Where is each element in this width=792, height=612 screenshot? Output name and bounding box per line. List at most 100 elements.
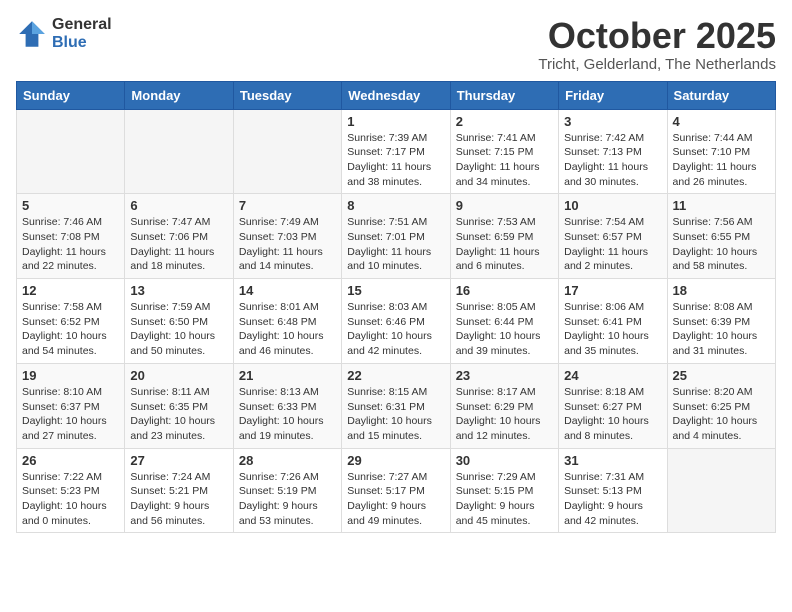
calendar-cell: 9 Sunrise: 7:53 AM Sunset: 6:59 PM Daylig… — [450, 194, 558, 279]
calendar-cell: 6Sunrise: 7:47 AM Sunset: 7:06 PM Daylig… — [125, 194, 233, 279]
calendar-cell: 27Sunrise: 7:24 AM Sunset: 5:21 PM Dayli… — [125, 448, 233, 533]
calendar-cell: 7 Sunrise: 7:49 AM Sunset: 7:03 PM Daylig… — [233, 194, 341, 279]
weekday-header-wednesday: Wednesday — [342, 81, 450, 109]
day-info: Sunrise: 7:27 AM Sunset: 5:17 PM Dayligh… — [347, 470, 444, 529]
calendar-cell — [667, 448, 775, 533]
calendar-week-1: 1Sunrise: 7:39 AM Sunset: 7:17 PM Daylig… — [17, 109, 776, 194]
day-info: Sunrise: 7:53 AM Sunset: 6:59 PM Dayligh… — [456, 215, 553, 274]
day-number: 18 — [673, 283, 770, 298]
day-number: 13 — [130, 283, 227, 298]
day-number: 23 — [456, 368, 553, 383]
calendar-cell: 23Sunrise: 8:17 AM Sunset: 6:29 PM Dayli… — [450, 363, 558, 448]
day-info: Sunrise: 8:11 AM Sunset: 6:35 PM Dayligh… — [130, 385, 227, 444]
calendar-cell: 3 Sunrise: 7:42 AM Sunset: 7:13 PM Daylig… — [559, 109, 667, 194]
calendar-cell: 26 Sunrise: 7:22 AM Sunset: 5:23 PM Dayli… — [17, 448, 125, 533]
weekday-header-monday: Monday — [125, 81, 233, 109]
day-info: Sunrise: 7:26 AM Sunset: 5:19 PM Dayligh… — [239, 470, 336, 529]
day-info: Sunrise: 8:20 AM Sunset: 6:25 PM Dayligh… — [673, 385, 770, 444]
day-info: Sunrise: 7:49 AM Sunset: 7:03 PM Dayligh… — [239, 215, 336, 274]
calendar-cell: 19Sunrise: 8:10 AM Sunset: 6:37 PM Dayli… — [17, 363, 125, 448]
day-info: Sunrise: 8:06 AM Sunset: 6:41 PM Dayligh… — [564, 300, 661, 359]
calendar-cell: 24 Sunrise: 8:18 AM Sunset: 6:27 PM Dayli… — [559, 363, 667, 448]
day-number: 25 — [673, 368, 770, 383]
day-number: 14 — [239, 283, 336, 298]
day-info: Sunrise: 8:15 AM Sunset: 6:31 PM Dayligh… — [347, 385, 444, 444]
day-number: 27 — [130, 453, 227, 468]
month-title: October 2025 — [538, 16, 776, 56]
calendar-cell: 2 Sunrise: 7:41 AM Sunset: 7:15 PM Daylig… — [450, 109, 558, 194]
calendar-week-5: 26 Sunrise: 7:22 AM Sunset: 5:23 PM Dayli… — [17, 448, 776, 533]
day-number: 16 — [456, 283, 553, 298]
day-info: Sunrise: 7:54 AM Sunset: 6:57 PM Dayligh… — [564, 215, 661, 274]
day-info: Sunrise: 7:51 AM Sunset: 7:01 PM Dayligh… — [347, 215, 444, 274]
day-number: 21 — [239, 368, 336, 383]
day-number: 2 — [456, 114, 553, 129]
location-subtitle: Tricht, Gelderland, The Netherlands — [538, 56, 776, 73]
weekday-header-thursday: Thursday — [450, 81, 558, 109]
calendar-cell: 16 Sunrise: 8:05 AM Sunset: 6:44 PM Dayli… — [450, 279, 558, 364]
day-number: 28 — [239, 453, 336, 468]
day-info: Sunrise: 7:44 AM Sunset: 7:10 PM Dayligh… — [673, 131, 770, 190]
day-number: 11 — [673, 198, 770, 213]
calendar-cell: 1Sunrise: 7:39 AM Sunset: 7:17 PM Daylig… — [342, 109, 450, 194]
calendar-cell: 13 Sunrise: 7:59 AM Sunset: 6:50 PM Dayli… — [125, 279, 233, 364]
day-number: 9 — [456, 198, 553, 213]
day-info: Sunrise: 7:59 AM Sunset: 6:50 PM Dayligh… — [130, 300, 227, 359]
weekday-header-tuesday: Tuesday — [233, 81, 341, 109]
calendar-cell: 12 Sunrise: 7:58 AM Sunset: 6:52 PM Dayli… — [17, 279, 125, 364]
calendar-cell — [125, 109, 233, 194]
day-info: Sunrise: 7:42 AM Sunset: 7:13 PM Dayligh… — [564, 131, 661, 190]
day-number: 7 — [239, 198, 336, 213]
day-number: 12 — [22, 283, 119, 298]
day-number: 19 — [22, 368, 119, 383]
calendar-cell: 21 Sunrise: 8:13 AM Sunset: 6:33 PM Dayli… — [233, 363, 341, 448]
calendar-cell: 25 Sunrise: 8:20 AM Sunset: 6:25 PM Dayli… — [667, 363, 775, 448]
logo-general: General — [52, 16, 112, 34]
weekday-header-saturday: Saturday — [667, 81, 775, 109]
day-number: 6 — [130, 198, 227, 213]
day-info: Sunrise: 7:29 AM Sunset: 5:15 PM Dayligh… — [456, 470, 553, 529]
day-number: 29 — [347, 453, 444, 468]
day-number: 24 — [564, 368, 661, 383]
day-number: 3 — [564, 114, 661, 129]
day-number: 1 — [347, 114, 444, 129]
day-number: 4 — [673, 114, 770, 129]
calendar-cell: 5 Sunrise: 7:46 AM Sunset: 7:08 PM Daylig… — [17, 194, 125, 279]
day-info: Sunrise: 8:13 AM Sunset: 6:33 PM Dayligh… — [239, 385, 336, 444]
day-number: 10 — [564, 198, 661, 213]
calendar-cell — [233, 109, 341, 194]
day-number: 5 — [22, 198, 119, 213]
weekday-header-friday: Friday — [559, 81, 667, 109]
title-block: October 2025 Tricht, Gelderland, The Net… — [538, 16, 776, 73]
calendar-week-3: 12 Sunrise: 7:58 AM Sunset: 6:52 PM Dayli… — [17, 279, 776, 364]
day-info: Sunrise: 7:46 AM Sunset: 7:08 PM Dayligh… — [22, 215, 119, 274]
calendar-cell: 15Sunrise: 8:03 AM Sunset: 6:46 PM Dayli… — [342, 279, 450, 364]
calendar-cell: 29 Sunrise: 7:27 AM Sunset: 5:17 PM Dayli… — [342, 448, 450, 533]
day-info: Sunrise: 7:22 AM Sunset: 5:23 PM Dayligh… — [22, 470, 119, 529]
calendar-cell: 30 Sunrise: 7:29 AM Sunset: 5:15 PM Dayli… — [450, 448, 558, 533]
logo-icon — [16, 18, 48, 50]
day-info: Sunrise: 7:58 AM Sunset: 6:52 PM Dayligh… — [22, 300, 119, 359]
calendar-cell: 14Sunrise: 8:01 AM Sunset: 6:48 PM Dayli… — [233, 279, 341, 364]
calendar-cell: 17Sunrise: 8:06 AM Sunset: 6:41 PM Dayli… — [559, 279, 667, 364]
day-number: 26 — [22, 453, 119, 468]
day-info: Sunrise: 8:05 AM Sunset: 6:44 PM Dayligh… — [456, 300, 553, 359]
day-info: Sunrise: 7:41 AM Sunset: 7:15 PM Dayligh… — [456, 131, 553, 190]
logo-blue: Blue — [52, 34, 112, 52]
calendar-cell: 18Sunrise: 8:08 AM Sunset: 6:39 PM Dayli… — [667, 279, 775, 364]
calendar-week-4: 19Sunrise: 8:10 AM Sunset: 6:37 PM Dayli… — [17, 363, 776, 448]
day-info: Sunrise: 7:31 AM Sunset: 5:13 PM Dayligh… — [564, 470, 661, 529]
day-number: 8 — [347, 198, 444, 213]
calendar-week-2: 5 Sunrise: 7:46 AM Sunset: 7:08 PM Daylig… — [17, 194, 776, 279]
day-number: 30 — [456, 453, 553, 468]
day-info: Sunrise: 8:18 AM Sunset: 6:27 PM Dayligh… — [564, 385, 661, 444]
calendar-cell: 28 Sunrise: 7:26 AM Sunset: 5:19 PM Dayli… — [233, 448, 341, 533]
page-header: General Blue October 2025 Tricht, Gelder… — [16, 16, 776, 73]
day-number: 15 — [347, 283, 444, 298]
calendar-cell — [17, 109, 125, 194]
logo-text: General Blue — [52, 16, 112, 51]
calendar-table: SundayMondayTuesdayWednesdayThursdayFrid… — [16, 81, 776, 534]
weekday-header-sunday: Sunday — [17, 81, 125, 109]
calendar-cell: 4 Sunrise: 7:44 AM Sunset: 7:10 PM Daylig… — [667, 109, 775, 194]
day-number: 22 — [347, 368, 444, 383]
